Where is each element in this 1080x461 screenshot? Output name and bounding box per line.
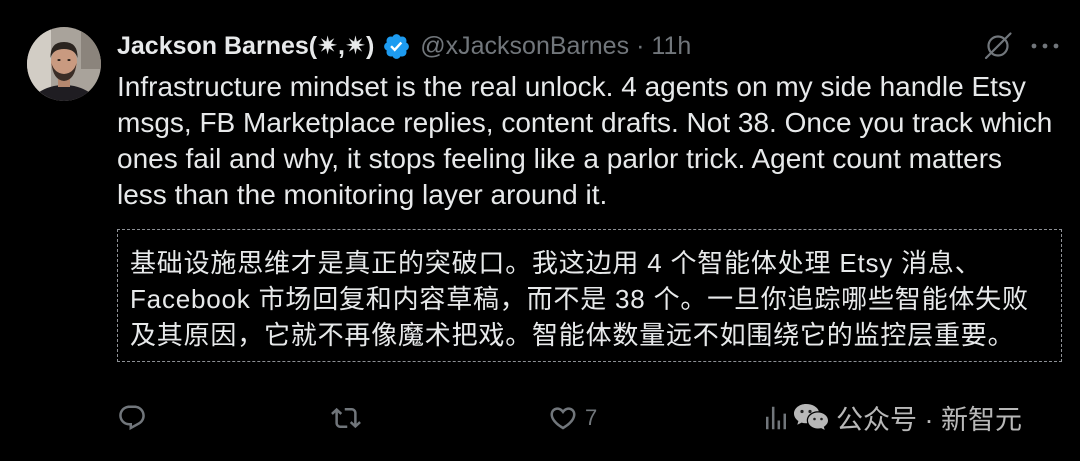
translation-line: 基础设施思维才是真正的突破口。我这边用 4 个智能体处理 Etsy 消息、 (130, 248, 982, 278)
handle-time-group: @xJacksonBarnes · 11h (420, 32, 691, 61)
watermark: 公众号 · 新智元 (792, 398, 1022, 436)
wechat-logo-icon (794, 404, 828, 430)
tweet-header: Jackson Barnes(✷,✷) @xJacksonBarnes · 11… (117, 30, 691, 62)
author-handle[interactable]: @xJacksonBarnes (420, 32, 629, 61)
tweet-text-line: less than the monitoring layer around it… (117, 179, 608, 210)
heart-icon (550, 407, 576, 430)
tweet-text-line: msgs, FB Marketplace replies, content dr… (117, 107, 1053, 138)
verified-badge-icon[interactable] (382, 32, 411, 61)
separator-dot: · (636, 31, 645, 60)
more-button[interactable] (1030, 32, 1060, 60)
retweet-icon (331, 407, 361, 429)
like-button[interactable]: 7 (548, 403, 597, 433)
reply-icon (119, 405, 145, 431)
retweet-button[interactable] (331, 403, 361, 433)
grok-icon (984, 32, 1012, 60)
views-button[interactable] (761, 403, 791, 433)
grok-button[interactable] (982, 30, 1014, 62)
watermark-text: 公众号 · 新智元 (836, 404, 1022, 435)
author-name[interactable]: Jackson Barnes(✷,✷) (117, 31, 374, 61)
tweet-time[interactable]: 11h (651, 32, 691, 61)
tweet-text-line: ones fail and why, it stops feeling like… (117, 143, 1003, 174)
more-icon (1031, 43, 1059, 49)
reply-button[interactable] (117, 403, 147, 433)
translation-line: Facebook 市场回复和内容草稿，而不是 38 个。一旦你追踪哪些智能体失败 (130, 284, 1029, 314)
translation-line: 及其原因，它就不再像魔术把戏。智能体数量远不如围绕它的监控层重要。 (130, 320, 1015, 350)
views-icon (766, 406, 786, 430)
avatar-photo (27, 27, 101, 101)
tweet-text: Infrastructure mindset is the real unloc… (117, 69, 1052, 213)
tweet-text-line: Infrastructure mindset is the real unloc… (117, 71, 1026, 102)
author-avatar[interactable] (27, 27, 101, 101)
like-count: 7 (585, 405, 598, 430)
translation-box: 基础设施思维才是真正的突破口。我这边用 4 个智能体处理 Etsy 消息、 Fa… (117, 229, 1062, 362)
